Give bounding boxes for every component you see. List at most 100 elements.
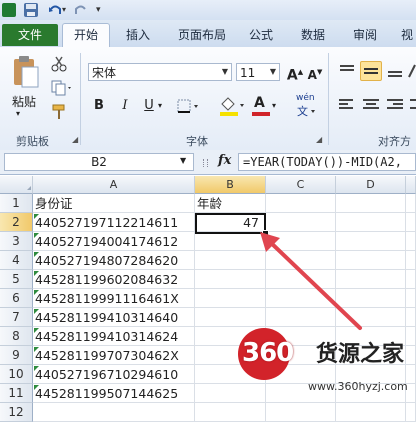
font-color-icon: A bbox=[254, 95, 265, 111]
row-header[interactable]: 3 bbox=[0, 232, 33, 251]
font-name-select[interactable]: 宋体 ▼ bbox=[88, 63, 232, 81]
customize-qat-icon[interactable]: ▾ bbox=[96, 3, 106, 17]
borders-button[interactable] bbox=[176, 97, 202, 115]
row-header[interactable]: 11 bbox=[0, 384, 33, 403]
font-launcher-icon[interactable]: ◢ bbox=[316, 135, 322, 144]
cell-a[interactable]: 44528119991116461X bbox=[33, 289, 195, 308]
format-painter-button[interactable] bbox=[50, 103, 68, 121]
cell-a[interactable]: 440527197112214611 bbox=[33, 213, 195, 232]
align-top-button[interactable] bbox=[336, 61, 358, 81]
cell-a[interactable]: 445281199410314640 bbox=[33, 308, 195, 327]
cell[interactable] bbox=[406, 251, 416, 270]
watermark-url: www.360hyzj.com bbox=[308, 380, 408, 393]
group-label-font: 字体 bbox=[186, 135, 208, 148]
tab-review[interactable]: 审阅 bbox=[348, 24, 382, 46]
cell[interactable] bbox=[406, 232, 416, 251]
row-header[interactable]: 4 bbox=[0, 251, 33, 270]
cut-button[interactable] bbox=[50, 55, 68, 73]
watermark-brand: 货源之家 bbox=[316, 342, 405, 367]
select-all-corner[interactable] bbox=[0, 176, 33, 194]
row-header[interactable]: 5 bbox=[0, 270, 33, 289]
column-header-e[interactable] bbox=[406, 176, 416, 194]
cell-a[interactable]: 身份证 bbox=[33, 194, 195, 213]
cell[interactable] bbox=[266, 194, 336, 213]
undo-dropdown-icon[interactable]: ▾ bbox=[62, 3, 70, 17]
tab-page-layout[interactable]: 页面布局 bbox=[170, 24, 234, 46]
group-label-alignment: 对齐方 bbox=[378, 135, 411, 148]
formula-input[interactable]: =YEAR(TODAY())-MID(A2, bbox=[238, 153, 416, 171]
row-header[interactable]: 1 bbox=[0, 194, 33, 213]
row-header[interactable]: 10 bbox=[0, 365, 33, 384]
align-center-button[interactable] bbox=[360, 95, 382, 115]
cell[interactable] bbox=[336, 194, 406, 213]
name-box[interactable]: B2 bbox=[4, 153, 194, 171]
row-header[interactable]: 9 bbox=[0, 346, 33, 365]
column-header-c[interactable]: C bbox=[266, 176, 336, 194]
fill-bucket-icon bbox=[220, 97, 244, 116]
cell-a[interactable]: 44528119970730462X bbox=[33, 346, 195, 365]
grow-font-button[interactable]: A▲ bbox=[286, 63, 304, 84]
underline-dropdown-icon[interactable]: ▾ bbox=[158, 101, 162, 110]
scissors-icon bbox=[51, 56, 67, 72]
column-header-a[interactable]: A bbox=[33, 176, 195, 194]
cell[interactable] bbox=[406, 194, 416, 213]
align-middle-icon bbox=[364, 68, 378, 74]
font-color-button[interactable]: A ▾ bbox=[250, 95, 278, 117]
tab-data[interactable]: 数据 bbox=[296, 24, 330, 46]
indent-button[interactable] bbox=[408, 95, 416, 115]
align-middle-button[interactable] bbox=[360, 61, 382, 81]
svg-text:文: 文 bbox=[297, 104, 308, 118]
font-name-value: 宋体 bbox=[92, 66, 117, 80]
cell-a[interactable]: 440527194807284620 bbox=[33, 251, 195, 270]
cell-a[interactable]: 445281199410314624 bbox=[33, 327, 195, 346]
row-header[interactable]: 6 bbox=[0, 289, 33, 308]
format-painter-icon bbox=[52, 104, 65, 119]
border-icon bbox=[177, 99, 198, 113]
align-right-button[interactable] bbox=[384, 95, 406, 115]
cell-a[interactable]: 440527196710294610 bbox=[33, 365, 195, 384]
cell-a[interactable]: 445281199507144625 bbox=[33, 384, 195, 403]
align-bottom-button[interactable] bbox=[384, 61, 406, 81]
cell-a[interactable]: 445281199602084632 bbox=[33, 270, 195, 289]
column-header-d[interactable]: D bbox=[336, 176, 406, 194]
tab-file[interactable]: 文件 bbox=[2, 24, 58, 46]
copy-button[interactable] bbox=[50, 79, 74, 97]
align-left-button[interactable] bbox=[336, 95, 358, 115]
redo-icon[interactable] bbox=[74, 3, 88, 17]
row-header[interactable]: 2 bbox=[0, 213, 33, 232]
orientation-button[interactable] bbox=[408, 61, 416, 81]
align-center-icon bbox=[363, 99, 379, 109]
title-bar: ▾ ▾ bbox=[0, 0, 416, 21]
row-header[interactable]: 8 bbox=[0, 327, 33, 346]
tab-home[interactable]: 开始 bbox=[62, 23, 110, 48]
splitter-handle[interactable] bbox=[203, 159, 208, 167]
font-size-select[interactable]: 11 ▼ bbox=[236, 63, 280, 81]
undo-icon[interactable] bbox=[48, 3, 62, 17]
paste-icon bbox=[14, 56, 39, 88]
cell-b[interactable]: 年龄 bbox=[195, 194, 266, 213]
underline-button[interactable]: U bbox=[140, 97, 158, 115]
column-header-b[interactable]: B bbox=[195, 176, 266, 194]
grow-font-icon: A bbox=[286, 67, 298, 84]
paste-button[interactable] bbox=[10, 53, 40, 93]
clipboard-launcher-icon[interactable]: ◢ bbox=[72, 135, 78, 144]
fill-color-button[interactable] bbox=[218, 95, 246, 117]
tab-formulas[interactable]: 公式 bbox=[244, 24, 278, 46]
name-box-dropdown-icon[interactable]: ▼ bbox=[180, 156, 186, 165]
paste-dropdown-icon[interactable]: ▾ bbox=[16, 109, 20, 118]
cell-a[interactable]: 440527194004174612 bbox=[33, 232, 195, 251]
italic-button[interactable]: I bbox=[116, 97, 134, 115]
cell[interactable] bbox=[406, 308, 416, 327]
tab-insert[interactable]: 插入 bbox=[120, 24, 156, 46]
insert-function-icon[interactable]: fx bbox=[218, 153, 231, 168]
save-icon[interactable] bbox=[24, 3, 38, 17]
bold-button[interactable]: B bbox=[90, 97, 108, 115]
tab-view[interactable]: 视 bbox=[398, 24, 416, 46]
error-indicator-icon bbox=[34, 290, 39, 295]
cell[interactable] bbox=[406, 289, 416, 308]
cell[interactable] bbox=[406, 213, 416, 232]
cell[interactable] bbox=[406, 270, 416, 289]
row-header[interactable]: 7 bbox=[0, 308, 33, 327]
shrink-font-button[interactable]: A▼ bbox=[306, 63, 324, 82]
phonetic-button[interactable]: wén 文 bbox=[294, 93, 322, 119]
